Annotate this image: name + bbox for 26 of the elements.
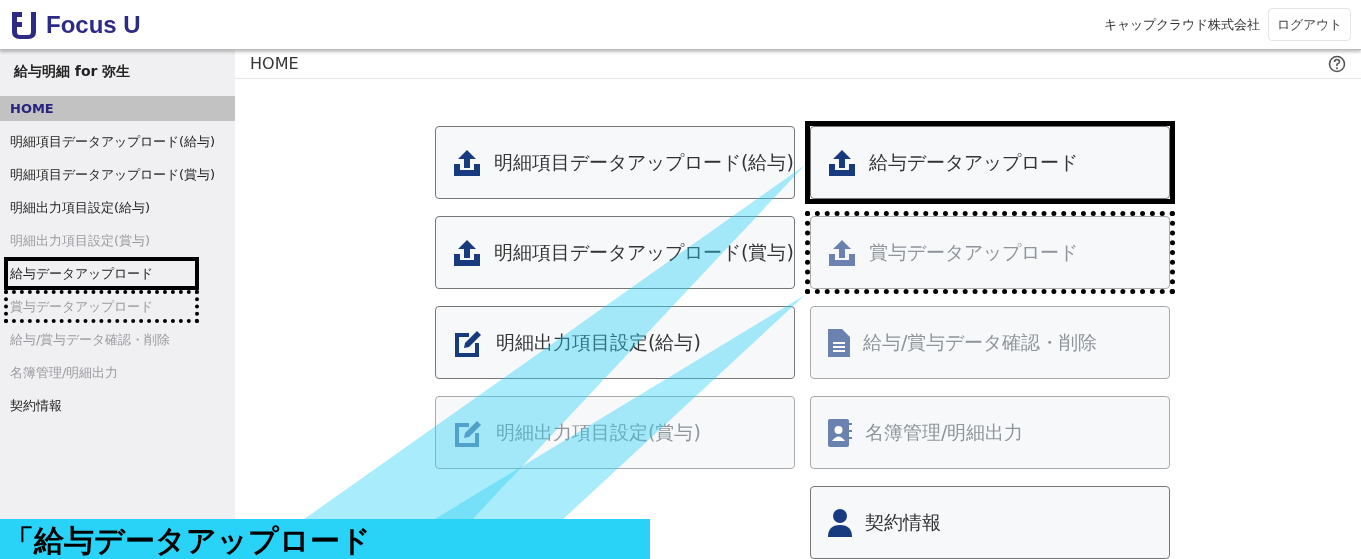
sidebar-item[interactable]: 契約情報	[0, 393, 235, 418]
menu-button[interactable]: 明細項目データアップロード(賞与)	[435, 216, 795, 289]
person-icon	[827, 507, 853, 538]
upload-icon	[452, 238, 482, 267]
sidebar-item[interactable]: 給与データアップロード	[0, 261, 235, 286]
logo-text: Focus U	[46, 9, 141, 40]
callout-label: 「給与データアップロード	[0, 519, 650, 559]
breadcrumb: HOME	[250, 53, 299, 75]
menu-button[interactable]: 明細出力項目設定(給与)	[435, 306, 795, 379]
document-icon	[827, 327, 851, 358]
sidebar-title: 給与明細 for 弥生	[14, 61, 131, 81]
sidebar-item[interactable]: 明細項目データアップロード(給与)	[0, 129, 235, 154]
sidebar-item[interactable]: 明細項目データアップロード(賞与)	[0, 162, 235, 187]
contact-book-icon	[827, 417, 853, 448]
upload-icon	[827, 148, 857, 177]
company-name: キャップクラウド株式会社	[1104, 15, 1260, 34]
menu-button[interactable]: 明細項目データアップロード(給与)	[435, 126, 795, 199]
menu-button[interactable]: 契約情報	[810, 486, 1170, 559]
upload-icon	[452, 148, 482, 177]
menu-button[interactable]: 給与データアップロード	[810, 126, 1170, 199]
logout-button[interactable]: ログアウト	[1268, 7, 1351, 42]
help-icon[interactable]	[1328, 55, 1346, 73]
logo-icon	[10, 9, 38, 40]
sidebar-item[interactable]: 明細出力項目設定(給与)	[0, 195, 235, 220]
sidebar-item[interactable]: HOME	[0, 96, 235, 121]
upload-icon	[827, 238, 857, 267]
